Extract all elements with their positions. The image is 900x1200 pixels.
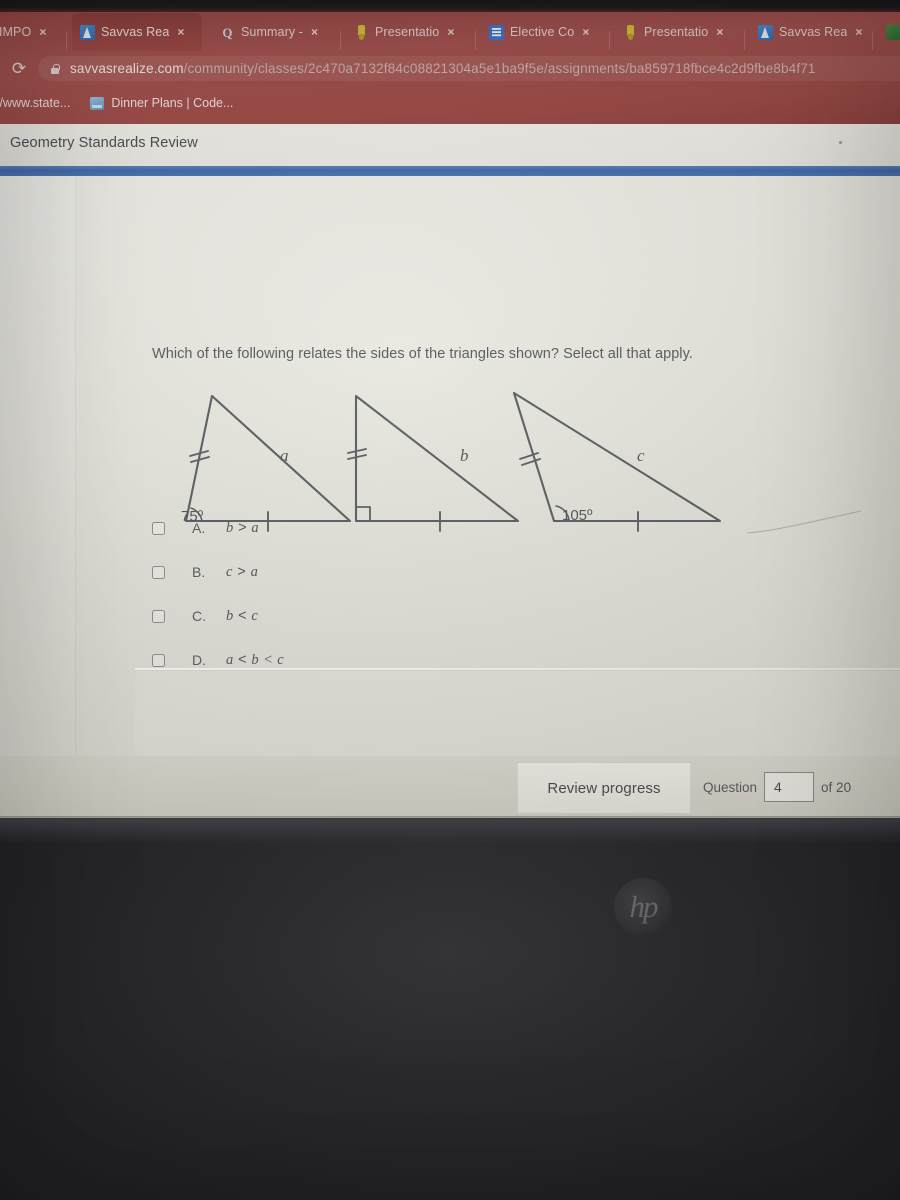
choice-option-c[interactable]: C. b < c: [150, 594, 570, 638]
url-path: /community/classes/2c470a7132f84c0882130…: [183, 61, 816, 76]
laptop-bezel: [0, 818, 900, 1200]
browser-tab-active[interactable]: Savvas Rea ×: [72, 13, 202, 51]
tab-label: Elective Co: [510, 25, 575, 39]
google-slides-icon: [623, 24, 638, 40]
triangle-1-side-label: a: [280, 446, 289, 465]
omnibox-row: ⟳ savvasrealize.com/community/classes/2c…: [0, 52, 900, 85]
bookmark-label: Dinner Plans | Code...: [111, 96, 234, 110]
tab-separator: [340, 31, 341, 50]
green-app-icon: [886, 24, 900, 40]
lock-icon: [49, 63, 61, 75]
tab-label: Savvas Rea: [101, 25, 170, 39]
tab-close-icon[interactable]: ×: [39, 25, 46, 39]
google-slides-icon: [354, 24, 369, 40]
tab-separator: [609, 31, 610, 50]
browser-tab[interactable]: Savvas Rea ×: [750, 13, 872, 51]
header-dot: [839, 141, 842, 144]
reload-icon[interactable]: ⟳: [7, 57, 31, 81]
choice-text: a < b < c: [226, 651, 285, 668]
savvas-icon: [80, 24, 95, 40]
review-progress-button[interactable]: Review progress: [517, 762, 691, 813]
tab-separator: [475, 31, 476, 50]
screen-photo: *IMPO × Savvas Rea × Q Summary - × Prese…: [0, 0, 900, 1200]
choice-option-b[interactable]: B. c > a: [150, 550, 570, 594]
answer-choices: A. b > a B. c > a C. b < c D. a < b < c: [150, 506, 570, 682]
browser-tab[interactable]: Presentatio ×: [615, 13, 739, 51]
tab-separator: [872, 31, 873, 50]
triangle-2-side-label: b: [460, 446, 469, 465]
tab-close-icon[interactable]: ×: [447, 25, 454, 39]
tab-separator: [744, 31, 745, 50]
tab-label: *IMPO: [0, 25, 32, 39]
choice-checkbox[interactable]: [152, 521, 165, 535]
triangle-3-outline: [512, 391, 722, 523]
choice-option-a[interactable]: A. b > a: [150, 506, 570, 550]
tab-close-icon[interactable]: ×: [855, 25, 862, 39]
question-prompt: Which of the following relates the sides…: [152, 346, 693, 362]
google-docs-icon: [489, 24, 504, 40]
question-label: Question: [703, 779, 758, 795]
choice-checkbox[interactable]: [152, 609, 165, 623]
bookmark-item[interactable]: Dinner Plans | Code...: [80, 96, 243, 110]
tab-close-icon[interactable]: ×: [716, 25, 723, 39]
question-number-input[interactable]: 4: [764, 772, 815, 802]
tab-close-icon[interactable]: ×: [582, 25, 589, 39]
address-bar[interactable]: savvasrealize.com/community/classes/2c47…: [38, 56, 900, 81]
choice-checkbox[interactable]: [152, 653, 165, 667]
bookmark-item[interactable]: //www.state...: [0, 96, 80, 110]
savvas-icon: [758, 24, 773, 40]
footer-shadow: [0, 816, 900, 820]
page-viewport: Geometry Standards Review Which of the f…: [0, 124, 900, 818]
monitor-icon: [90, 96, 105, 110]
tab-separator: [66, 31, 67, 50]
tab-strip: *IMPO × Savvas Rea × Q Summary - × Prese…: [0, 11, 900, 51]
content-divider: [135, 668, 900, 670]
browser-tab[interactable]: [878, 13, 900, 51]
choice-letter: D.: [192, 652, 206, 668]
page-title: Geometry Standards Review: [10, 135, 198, 151]
triangle-3-side-label: c: [637, 446, 645, 465]
url-host: savvasrealize.com: [70, 61, 184, 76]
browser-chrome: *IMPO × Savvas Rea × Q Summary - × Prese…: [0, 0, 900, 124]
choice-letter: C.: [192, 608, 206, 624]
hp-logo-text: hp: [629, 888, 659, 924]
left-rail: [0, 176, 76, 818]
tab-label: Savvas Rea: [779, 25, 848, 39]
choice-text: b < c: [226, 607, 259, 624]
assignment-footer: Review progress Question 4 of 20: [0, 756, 900, 818]
bezel-glow: [0, 818, 900, 844]
assignment-header: Geometry Standards Review: [0, 124, 900, 168]
question-navigator: Question 4 of 20: [703, 772, 851, 802]
triangle-2-outline: [354, 394, 520, 523]
choice-text: c > a: [226, 563, 259, 580]
bookmarks-bar: //www.state... Dinner Plans | Code...: [0, 88, 900, 118]
choice-letter: B.: [192, 564, 206, 580]
choice-text: b > a: [226, 519, 260, 536]
tab-close-icon[interactable]: ×: [177, 25, 184, 39]
tab-label: Presentatio: [375, 25, 440, 39]
tab-close-icon[interactable]: ×: [311, 25, 318, 39]
google-q-icon: Q: [222, 24, 233, 40]
question-pane: Which of the following relates the sides…: [0, 176, 900, 818]
progress-band: [0, 166, 900, 176]
browser-tab[interactable]: Q Summary - ×: [212, 13, 334, 51]
triangle-1-outline: [184, 394, 352, 523]
browser-tab[interactable]: Presentatio ×: [346, 13, 470, 51]
hp-logo: hp: [614, 878, 672, 936]
choice-checkbox[interactable]: [152, 565, 165, 579]
tab-label: Summary -: [241, 25, 304, 39]
browser-tab[interactable]: *IMPO ×: [0, 13, 68, 51]
browser-tab[interactable]: Elective Co ×: [481, 13, 603, 51]
question-total-label: of 20: [821, 779, 852, 795]
choice-letter: A.: [192, 520, 206, 536]
url-text: savvasrealize.com/community/classes/2c47…: [70, 61, 816, 76]
bookmark-label: //www.state...: [0, 96, 71, 110]
tab-label: Presentatio: [644, 25, 709, 39]
